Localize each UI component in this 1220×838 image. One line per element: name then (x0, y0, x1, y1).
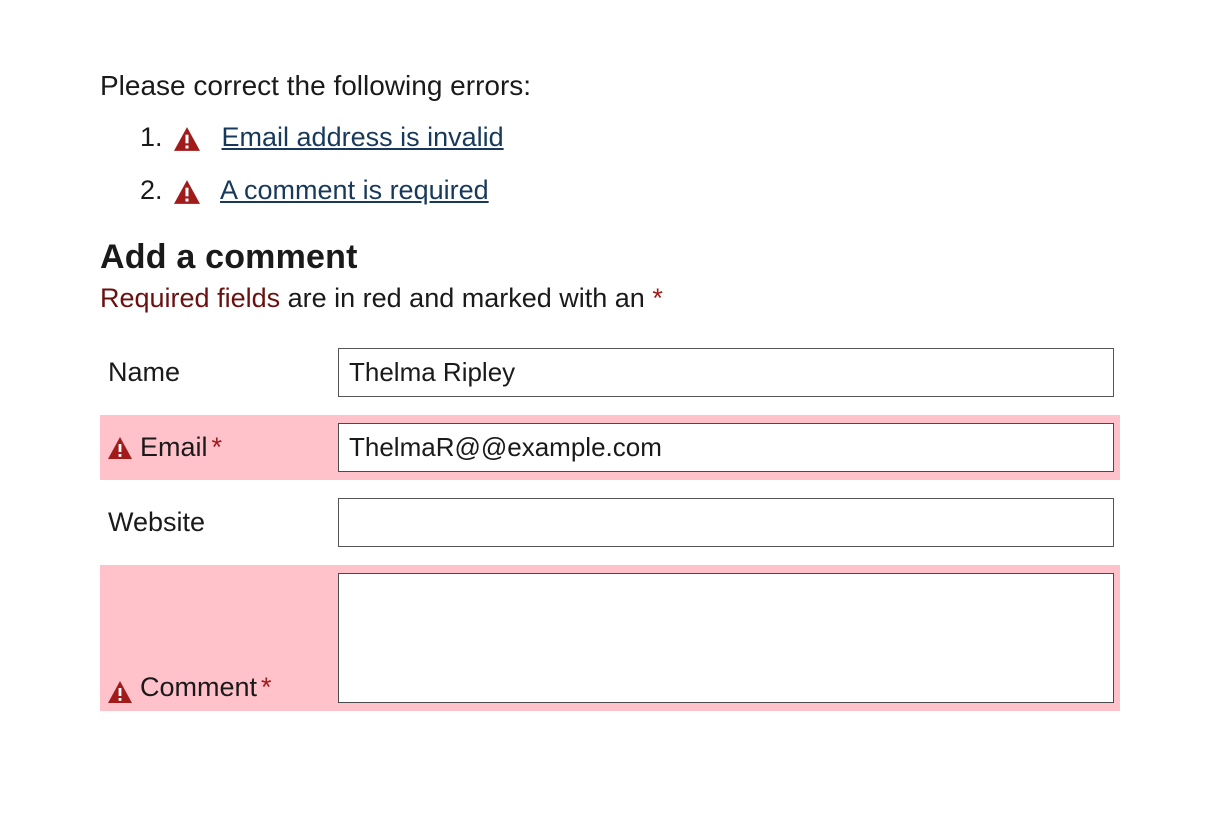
required-note-prefix: Required fields (100, 283, 280, 313)
label-email-text: Email (140, 432, 208, 463)
row-comment: Comment * (100, 565, 1120, 711)
warning-icon (174, 180, 200, 204)
page-container: Please correct the following errors: Ema… (0, 0, 1220, 781)
error-list: Email address is invalid A comment is re… (100, 120, 1120, 208)
row-email: Email * (100, 415, 1120, 480)
label-email: Email * (106, 423, 338, 472)
label-email-star: * (212, 432, 223, 463)
section-heading: Add a comment (100, 238, 1120, 277)
label-website-text: Website (108, 507, 205, 538)
required-note: Required fields are in red and marked wi… (100, 283, 1120, 314)
input-cell-website (338, 498, 1114, 547)
label-comment: Comment * (106, 573, 338, 703)
label-comment-star: * (261, 672, 272, 703)
name-field[interactable] (338, 348, 1114, 397)
email-field[interactable] (338, 423, 1114, 472)
row-name: Name (100, 340, 1120, 405)
error-link-email[interactable]: Email address is invalid (222, 122, 504, 152)
comment-field[interactable] (338, 573, 1114, 703)
error-item: Email address is invalid (170, 120, 1120, 155)
label-name: Name (106, 348, 338, 397)
required-note-rest: are in red and marked with an (280, 283, 652, 313)
warning-icon (108, 681, 132, 703)
warning-icon (174, 127, 200, 151)
label-website: Website (106, 498, 338, 547)
label-comment-text: Comment (140, 672, 257, 703)
input-cell-name (338, 348, 1114, 397)
input-cell-comment (338, 573, 1114, 703)
website-field[interactable] (338, 498, 1114, 547)
input-cell-email (338, 423, 1114, 472)
row-website: Website (100, 490, 1120, 555)
required-note-star: * (652, 283, 663, 313)
errors-title: Please correct the following errors: (100, 70, 1120, 102)
label-name-text: Name (108, 357, 180, 388)
error-link-comment[interactable]: A comment is required (220, 175, 489, 205)
warning-icon (108, 437, 132, 459)
error-item: A comment is required (170, 173, 1120, 208)
